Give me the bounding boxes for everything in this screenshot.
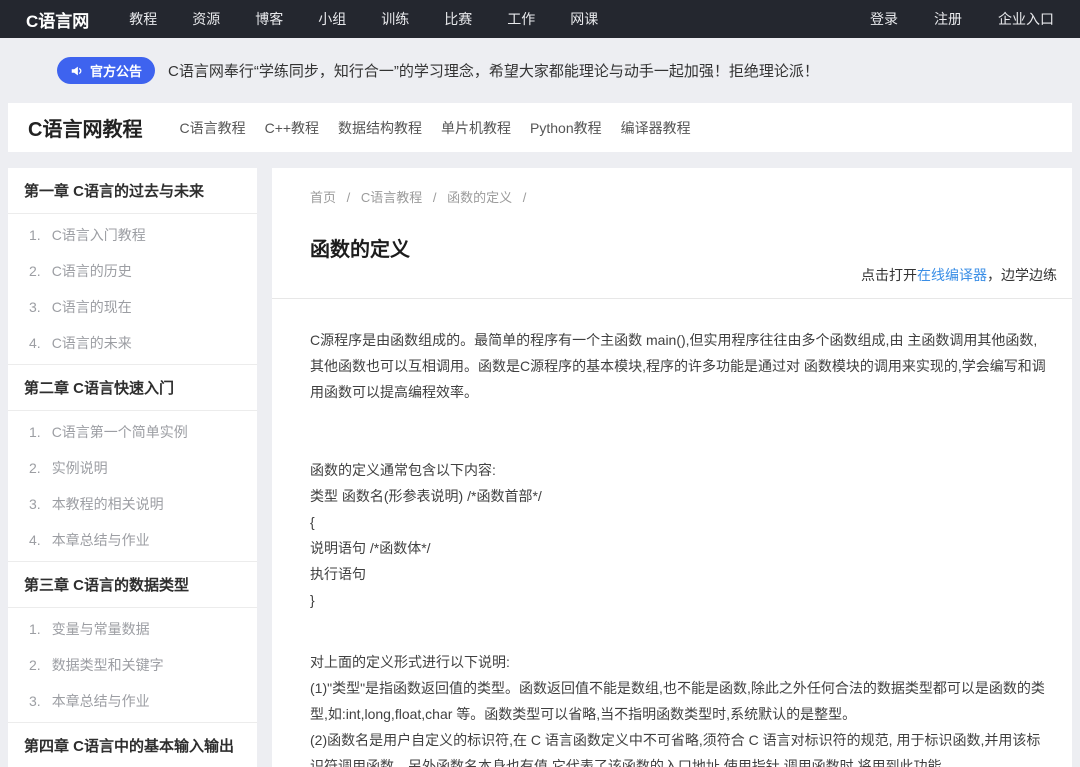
sidebar-item-c-intro[interactable]: C语言入门教程 bbox=[8, 217, 257, 253]
breadcrumb-home[interactable]: 首页 bbox=[310, 190, 336, 205]
tutorial-header-bar: C语言网教程 C语言教程 C++教程 数据结构教程 单片机教程 Python教程… bbox=[8, 103, 1072, 152]
nav-item-jobs[interactable]: 工作 bbox=[507, 9, 535, 29]
tab-compiler-tutorial[interactable]: 编译器教程 bbox=[621, 118, 691, 138]
definition-line: 说明语句 /*函数体*/ bbox=[310, 540, 431, 556]
sidebar-item-first-example[interactable]: C语言第一个简单实例 bbox=[8, 414, 257, 450]
chapter-4-title: 第四章 C语言中的基本输入输出 bbox=[8, 723, 257, 767]
compiler-line-prefix: 点击打开 bbox=[861, 267, 917, 283]
sidebar-item-example-notes[interactable]: 实例说明 bbox=[8, 450, 257, 486]
chapter-1-section: 第一章 C语言的过去与未来 C语言入门教程 C语言的历史 C语言的现在 C语言的… bbox=[8, 168, 257, 365]
chapter-sidebar: 第一章 C语言的过去与未来 C语言入门教程 C语言的历史 C语言的现在 C语言的… bbox=[8, 168, 257, 767]
register-link[interactable]: 注册 bbox=[934, 9, 962, 29]
tab-cpp-tutorial[interactable]: C++教程 bbox=[265, 118, 319, 138]
definition-line: 执行语句 bbox=[310, 566, 366, 582]
online-compiler-link[interactable]: 在线编译器 bbox=[917, 267, 987, 283]
nav-item-resources[interactable]: 资源 bbox=[192, 9, 220, 29]
nav-item-courses[interactable]: 网课 bbox=[570, 9, 598, 29]
chapter-1-title: 第一章 C语言的过去与未来 bbox=[8, 168, 257, 214]
sidebar-item-types-keywords[interactable]: 数据类型和关键字 bbox=[8, 647, 257, 683]
chapter-2-section: 第二章 C语言快速入门 C语言第一个简单实例 实例说明 本教程的相关说明 本章总… bbox=[8, 365, 257, 562]
definition-line: 类型 函数名(形参表说明) /*函数首部*/ bbox=[310, 488, 542, 504]
speaker-icon bbox=[70, 64, 90, 78]
article-panel: 首页 / C语言教程 / 函数的定义 / 函数的定义 点击打开在线编译器，边学边… bbox=[272, 168, 1072, 767]
sidebar-item-c-history[interactable]: C语言的历史 bbox=[8, 253, 257, 289]
tab-mcu-tutorial[interactable]: 单片机教程 bbox=[441, 118, 511, 138]
enterprise-entry-link[interactable]: 企业入口 bbox=[998, 9, 1054, 29]
article-body: C源程序是由函数组成的。最简单的程序有一个主函数 main(),但实用程序往往由… bbox=[272, 299, 1072, 767]
sidebar-item-ch3-summary[interactable]: 本章总结与作业 bbox=[8, 683, 257, 719]
sidebar-item-ch2-summary[interactable]: 本章总结与作业 bbox=[8, 522, 257, 558]
explanation-heading: 对上面的定义形式进行以下说明: bbox=[310, 654, 510, 670]
function-definition-block: 函数的定义通常包含以下内容: 类型 函数名(形参表说明) /*函数首部*/ { … bbox=[310, 457, 1048, 613]
breadcrumb-separator: / bbox=[346, 190, 351, 205]
tab-c-tutorial[interactable]: C语言教程 bbox=[179, 118, 245, 138]
official-announcement-badge: 官方公告 bbox=[57, 57, 156, 84]
chapter-3-title: 第三章 C语言的数据类型 bbox=[8, 562, 257, 608]
nav-item-training[interactable]: 训练 bbox=[381, 9, 409, 29]
definition-line: } bbox=[310, 592, 315, 608]
nav-item-groups[interactable]: 小组 bbox=[318, 9, 346, 29]
online-compiler-line: 点击打开在线编译器，边学边练 bbox=[272, 265, 1072, 285]
breadcrumb-separator: / bbox=[432, 190, 437, 205]
announcement-text: C语言网奉行“学练同步，知行合一”的学习理念，希望大家都能理论与动手一起加强！拒… bbox=[168, 63, 819, 80]
compiler-line-suffix: ，边学边练 bbox=[987, 267, 1057, 283]
sidebar-item-tutorial-notes[interactable]: 本教程的相关说明 bbox=[8, 486, 257, 522]
intro-paragraph: C源程序是由函数组成的。最简单的程序有一个主函数 main(),但实用程序往往由… bbox=[310, 332, 1046, 400]
tab-data-structure-tutorial[interactable]: 数据结构教程 bbox=[338, 118, 422, 138]
explanation-item-2: (2)函数名是用户自定义的标识符,在 C 语言函数定义中不可省略,须符合 C 语… bbox=[310, 732, 1041, 767]
page-title: 函数的定义 bbox=[310, 239, 410, 261]
announcement-bar: 官方公告 C语言网奉行“学练同步，知行合一”的学习理念，希望大家都能理论与动手一… bbox=[0, 38, 1080, 103]
chapter-3-section: 第三章 C语言的数据类型 变量与常量数据 数据类型和关键字 本章总结与作业 bbox=[8, 562, 257, 723]
explanation-block: 对上面的定义形式进行以下说明: (1)"类型"是指函数返回值的类型。函数返回值不… bbox=[310, 649, 1048, 767]
explanation-item-1: (1)"类型"是指函数返回值的类型。函数返回值不能是数组,也不能是函数,除此之外… bbox=[310, 680, 1045, 722]
definition-line: 函数的定义通常包含以下内容: bbox=[310, 462, 496, 478]
tab-python-tutorial[interactable]: Python教程 bbox=[530, 118, 602, 138]
chapter-4-section: 第四章 C语言中的基本输入输出 字符输出函数putchar 字符输入函数getc… bbox=[8, 723, 257, 767]
login-link[interactable]: 登录 bbox=[870, 9, 898, 29]
nav-item-contests[interactable]: 比赛 bbox=[444, 9, 472, 29]
breadcrumb-separator: / bbox=[522, 190, 527, 205]
site-logo[interactable]: C语言网 bbox=[26, 7, 89, 32]
sidebar-item-c-present[interactable]: C语言的现在 bbox=[8, 289, 257, 325]
sidebar-item-variables-constants[interactable]: 变量与常量数据 bbox=[8, 611, 257, 647]
definition-line: { bbox=[310, 514, 315, 530]
tutorial-site-title: C语言网教程 bbox=[28, 119, 143, 141]
sidebar-item-c-future[interactable]: C语言的未来 bbox=[8, 325, 257, 361]
breadcrumb-c-tutorial[interactable]: C语言教程 bbox=[361, 190, 422, 205]
breadcrumb: 首页 / C语言教程 / 函数的定义 / bbox=[272, 168, 1072, 206]
announcement-badge-label: 官方公告 bbox=[90, 64, 143, 79]
top-navbar: C语言网 教程 资源 博客 小组 训练 比赛 工作 网课 登录 注册 企业入口 bbox=[0, 0, 1080, 38]
nav-item-blog[interactable]: 博客 bbox=[255, 9, 283, 29]
breadcrumb-current-page[interactable]: 函数的定义 bbox=[447, 190, 512, 205]
content-area: 第一章 C语言的过去与未来 C语言入门教程 C语言的历史 C语言的现在 C语言的… bbox=[8, 168, 1072, 767]
chapter-2-title: 第二章 C语言快速入门 bbox=[8, 365, 257, 411]
nav-item-tutorials[interactable]: 教程 bbox=[129, 9, 157, 29]
